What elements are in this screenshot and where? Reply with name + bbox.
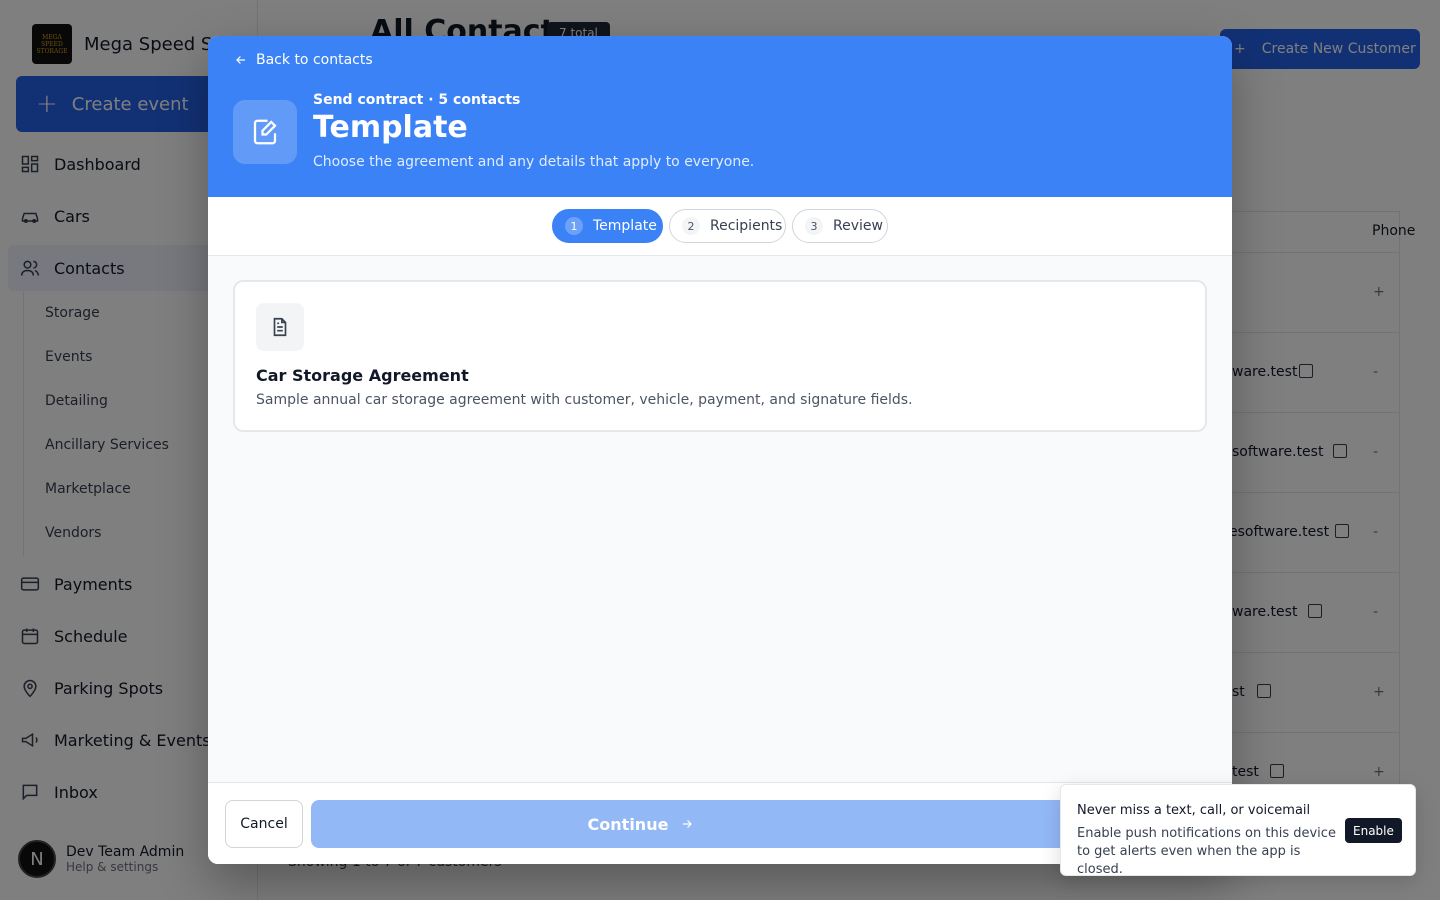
step-review[interactable]: 3 Review xyxy=(792,209,888,243)
back-to-contacts-link[interactable]: Back to contacts xyxy=(234,52,373,68)
back-label: Back to contacts xyxy=(256,52,373,68)
document-icon xyxy=(256,303,304,351)
continue-label: Continue xyxy=(587,814,669,834)
modal-title: Template xyxy=(313,110,468,145)
step-label: Review xyxy=(833,218,883,234)
enable-notifications-button[interactable]: Enable xyxy=(1345,818,1402,843)
step-label: Template xyxy=(593,218,657,234)
step-template[interactable]: 1 Template xyxy=(552,209,663,243)
push-notification-toast: Never miss a text, call, or voicemail En… xyxy=(1060,784,1416,877)
step-number: 2 xyxy=(682,217,700,235)
arrow-right-icon xyxy=(683,820,693,828)
contract-edit-icon xyxy=(233,100,297,164)
template-description: Sample annual car storage agreement with… xyxy=(256,392,913,408)
step-label: Recipients xyxy=(710,218,783,234)
template-name: Car Storage Agreement xyxy=(256,366,469,385)
modal-eyebrow: Send contract · 5 contacts xyxy=(313,92,521,108)
modal-header: Back to contacts Send contract · 5 conta… xyxy=(208,36,1232,197)
toast-body: Enable push notifications on this device… xyxy=(1077,826,1336,877)
step-number: 1 xyxy=(565,217,583,235)
arrow-left-icon xyxy=(236,56,246,64)
step-number: 3 xyxy=(805,217,823,235)
toast-title: Never miss a text, call, or voicemail xyxy=(1077,803,1311,818)
modal-subtitle: Choose the agreement and any details tha… xyxy=(313,154,755,170)
cancel-button[interactable]: Cancel xyxy=(225,800,303,848)
stepper: 1 Template 2 Recipients 3 Review xyxy=(208,197,1232,256)
template-card-car-storage-agreement[interactable]: Car Storage Agreement Sample annual car … xyxy=(233,280,1207,432)
send-contract-modal: Back to contacts Send contract · 5 conta… xyxy=(208,36,1232,864)
step-recipients[interactable]: 2 Recipients xyxy=(669,209,786,243)
